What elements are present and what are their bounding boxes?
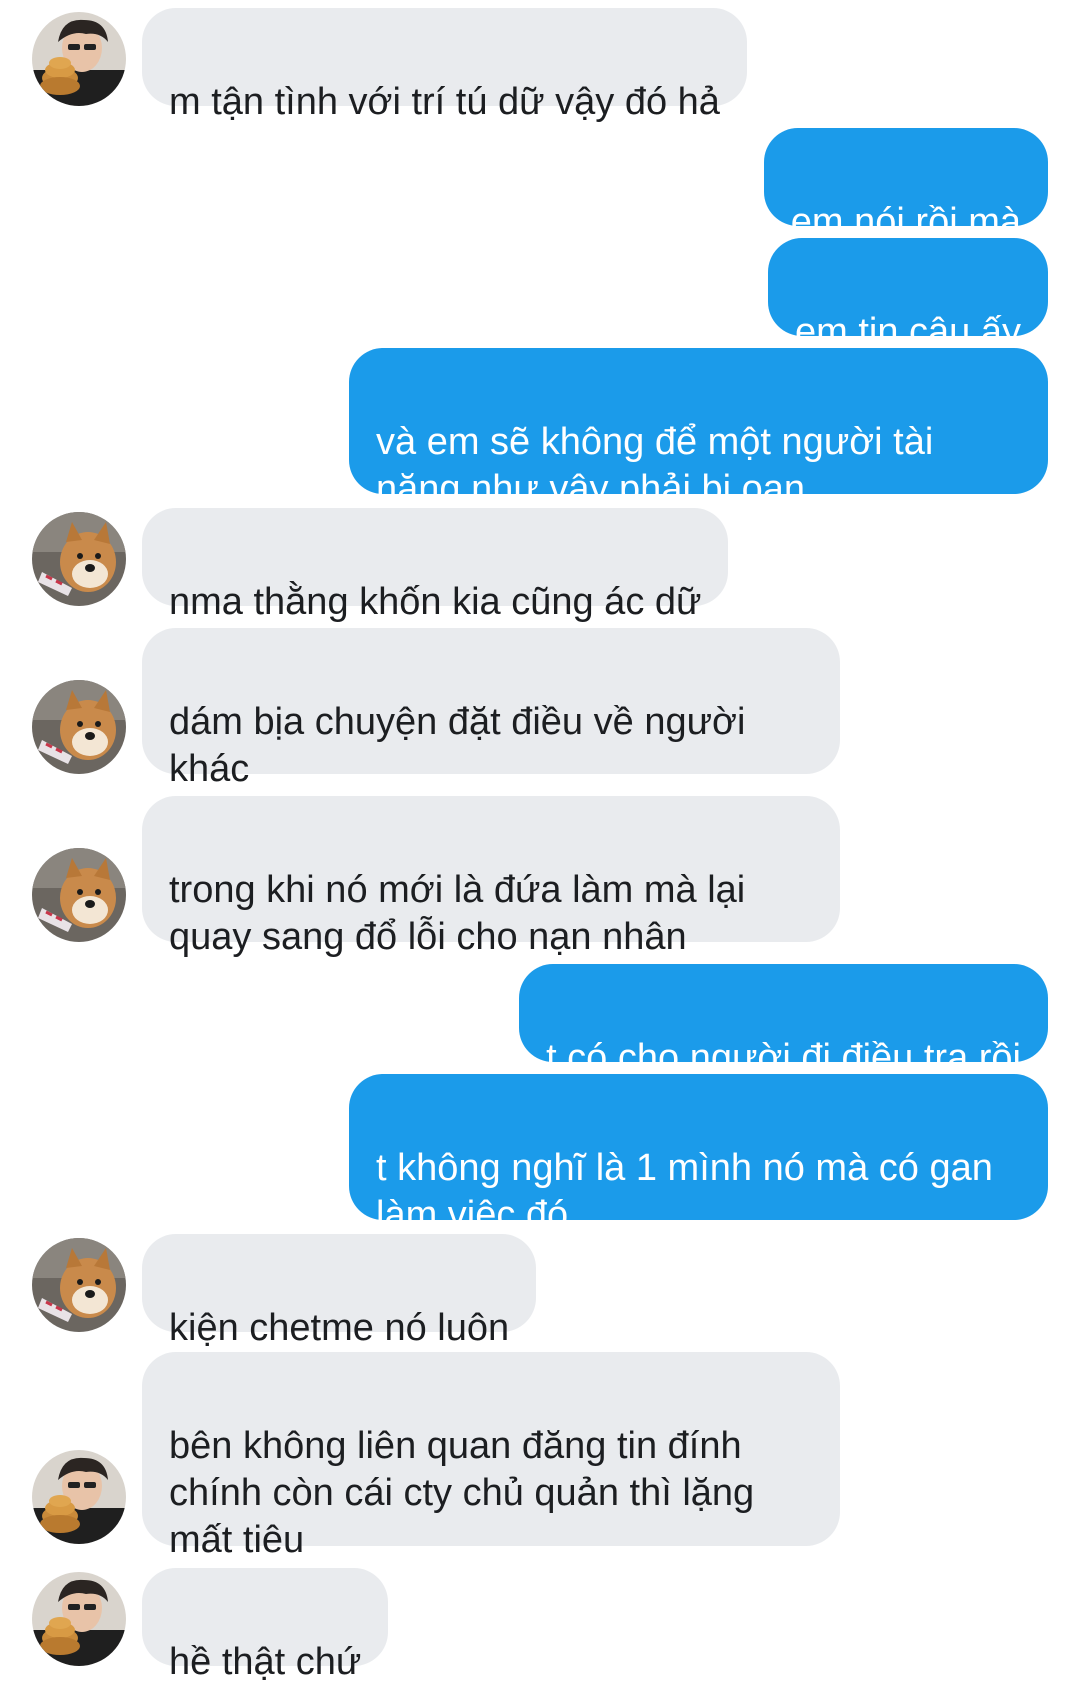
outgoing-message[interactable]: em tin cậu ấy <box>768 238 1048 353</box>
message-text: kiện chetme nó luôn <box>169 1307 510 1349</box>
avatar[interactable] <box>32 1238 126 1332</box>
message-text: t có cho người đi điều tra rồi <box>546 1037 1021 1079</box>
avatar[interactable] <box>32 12 126 106</box>
avatar[interactable] <box>32 1572 126 1666</box>
outgoing-message[interactable]: em nói rồi mà <box>763 128 1048 243</box>
outgoing-message[interactable]: t không nghĩ là 1 mình nó mà có gan làm … <box>349 1074 1048 1236</box>
message-text: trong khi nó mới là đứa làm mà lại quay … <box>169 869 746 958</box>
avatar[interactable] <box>32 1450 126 1544</box>
message-text: và em sẽ không để một người tài năng như… <box>376 421 934 510</box>
message-text: hề thật chứ <box>169 1641 362 1683</box>
message-text: em tin cậu ấy <box>795 311 1021 353</box>
incoming-message[interactable]: trong khi nó mới là đứa làm mà lại quay … <box>142 796 840 958</box>
outgoing-message[interactable]: và em sẽ không để một người tài năng như… <box>349 348 1048 510</box>
boy-avatar-icon <box>32 1450 126 1544</box>
avatar[interactable] <box>32 512 126 606</box>
outgoing-message[interactable]: t có cho người đi điều tra rồi <box>519 964 1048 1079</box>
message-text: nma thằng khốn kia cũng ác dữ <box>169 581 702 623</box>
shiba-avatar-icon <box>32 680 126 774</box>
incoming-message[interactable]: m tận tình với trí tú dữ vậy đó hả <box>142 8 747 123</box>
avatar[interactable] <box>32 848 126 942</box>
message-text: t không nghĩ là 1 mình nó mà có gan làm … <box>376 1147 993 1236</box>
incoming-message[interactable]: dám bịa chuyện đặt điều về người khác <box>142 628 840 790</box>
message-text: bên không liên quan đăng tin đính chính … <box>169 1425 755 1561</box>
incoming-message[interactable]: hề thật chứ <box>142 1568 389 1683</box>
boy-avatar-icon <box>32 1572 126 1666</box>
shiba-avatar-icon <box>32 848 126 942</box>
incoming-message[interactable]: nma thằng khốn kia cũng ác dữ <box>142 508 729 623</box>
message-text: dám bịa chuyện đặt điều về người khác <box>169 701 746 790</box>
message-thread: m tận tình với trí tú dữ vậy đó hả em nó… <box>0 0 1080 1683</box>
shiba-avatar-icon <box>32 1238 126 1332</box>
message-text: em nói rồi mà <box>790 201 1021 243</box>
boy-avatar-icon <box>32 12 126 106</box>
shiba-avatar-icon <box>32 512 126 606</box>
avatar[interactable] <box>32 680 126 774</box>
incoming-message[interactable]: bên không liên quan đăng tin đính chính … <box>142 1352 840 1561</box>
message-text: m tận tình với trí tú dữ vậy đó hả <box>169 81 720 123</box>
incoming-message[interactable]: kiện chetme nó luôn <box>142 1234 537 1349</box>
